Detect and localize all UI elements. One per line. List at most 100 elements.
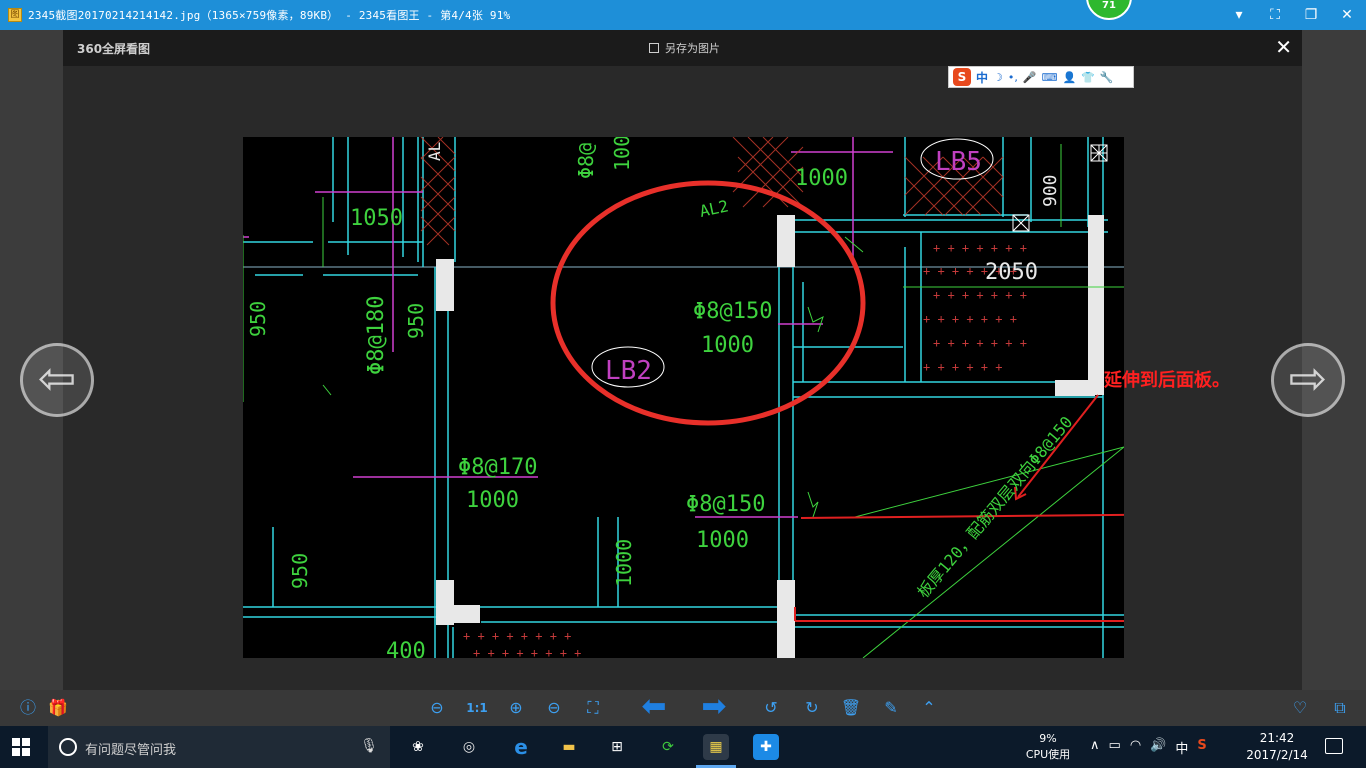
screen: 图 2345截图20170214214142.jpg（1365×759像素，89…	[0, 0, 1366, 768]
dim-400: 400	[386, 639, 426, 658]
edit-icon[interactable]: ✎	[879, 696, 903, 720]
restore-icon[interactable]: ❐	[1304, 7, 1318, 23]
taskbar-app-browser-icon[interactable]: ◎	[456, 734, 482, 760]
cad-drawing-image: + + + + + + + + + + + + + + + + + + + + …	[243, 137, 1124, 658]
start-button[interactable]	[12, 738, 30, 756]
previous-image-button[interactable]: ⇦	[20, 343, 94, 417]
save-as-label: 另存为图片	[665, 42, 720, 55]
user-icon[interactable]: 👤	[1062, 71, 1076, 84]
dim-1000-c: 1000	[696, 528, 749, 553]
viewer-brand: 360全屏看图	[77, 42, 151, 56]
skin-icon[interactable]: 👕	[1081, 71, 1095, 84]
cortana-icon	[59, 738, 77, 756]
sogou-tray-icon[interactable]: S	[1197, 738, 1206, 757]
save-as-image-button[interactable]: 另存为图片	[649, 40, 720, 56]
more-icon[interactable]: ⌃	[917, 696, 941, 720]
wifi-icon[interactable]: ◠	[1130, 738, 1141, 757]
favorite-icon[interactable]: ♡	[1288, 696, 1312, 720]
fullscreen-icon[interactable]: ⛶	[1268, 7, 1282, 23]
dropdown-icon[interactable]: ▾	[1232, 7, 1246, 23]
fit-window-icon[interactable]: ⊖	[425, 696, 449, 720]
taskbar-app-pinwheel-icon[interactable]: ❀	[405, 734, 431, 760]
slab-note: 板厚120，配筋双层双向Φ8@150	[914, 413, 1077, 602]
viewer-header: 360全屏看图 另存为图片 ✕	[63, 30, 1302, 66]
clock-date: 2017/2/14	[1246, 748, 1308, 762]
system-clock[interactable]: 21:42 2017/2/14	[1245, 730, 1309, 764]
settings-wrench-icon[interactable]: 🔧	[1100, 71, 1114, 84]
punctuation-icon[interactable]: •,	[1008, 71, 1018, 84]
volume-icon[interactable]: 🔊	[1150, 738, 1166, 757]
share-icon[interactable]: ⧉	[1328, 696, 1352, 720]
taskbar-app-store-icon[interactable]: ⊞	[604, 734, 630, 760]
search-placeholder: 有问题尽管问我	[85, 743, 177, 758]
show-hidden-icons-icon[interactable]: ∧	[1090, 738, 1100, 757]
dim-1050: 1050	[350, 206, 403, 231]
battery-icon[interactable]: ▭	[1109, 738, 1121, 757]
svg-text:+ + + + + + +: + + + + + + +	[933, 241, 1027, 255]
clock-time: 21:42	[1259, 731, 1295, 745]
rebar-phi8-150-a: Φ8@150	[693, 299, 772, 324]
dim-1000-rotated-top: 1000	[610, 137, 634, 171]
cpu-label: CPU使用	[1025, 748, 1071, 761]
rotate-left-icon[interactable]: ↺	[759, 696, 783, 720]
svg-text:+ + + + + + +: + + + + + + +	[933, 336, 1027, 350]
taskbar-app-360-icon[interactable]: ⟳	[655, 734, 681, 760]
action-center-icon[interactable]	[1325, 738, 1343, 754]
rebar-phi8-170: Φ8@170	[458, 455, 537, 480]
sogou-logo-icon[interactable]: S	[953, 68, 971, 86]
svg-text:+ + + + + + +: + + + + + + +	[923, 312, 1017, 326]
rebar-phi8-180: Φ8@180	[364, 296, 389, 375]
save-icon	[649, 43, 659, 53]
ime-toolbar: S 中 ☽ •, 🎤 ⌨ 👤 👕 🔧	[948, 66, 1134, 88]
next-arrow-icon[interactable]: ➡	[694, 692, 734, 722]
windows-taskbar: 有问题尽管问我 🎙 ❀ ◎ e ▬ ⊞ ⟳ ▦ ✚ 9% CPU使用 ∧ ▭ ◠…	[0, 726, 1366, 768]
microphone-icon[interactable]: 🎤	[1023, 71, 1037, 84]
taskbar-app-explorer-icon[interactable]: ▬	[556, 734, 582, 760]
taskbar-app-remote-icon[interactable]: ✚	[753, 734, 779, 760]
cpu-percent: 9%	[1039, 732, 1057, 745]
actual-size-button[interactable]: 1:1	[463, 696, 491, 720]
dim-1000-top: 1000	[795, 166, 848, 191]
gift-icon[interactable]: 🎁	[46, 696, 70, 720]
zoom-in-icon[interactable]: ⊕	[504, 696, 528, 720]
cad-drawing: + + + + + + + + + + + + + + + + + + + + …	[243, 137, 1124, 658]
moon-icon[interactable]: ☽	[993, 71, 1003, 84]
keyboard-icon[interactable]: ⌨	[1042, 71, 1058, 84]
rotate-right-icon[interactable]: ↻	[800, 696, 824, 720]
previous-arrow-icon[interactable]: ⬅	[634, 692, 674, 722]
microphone-icon[interactable]: 🎙	[360, 738, 378, 754]
system-tray: ∧ ▭ ◠ 🔊 中 S	[1090, 738, 1207, 757]
cortana-search-box[interactable]: 有问题尽管问我 🎙	[48, 726, 390, 768]
dim-1000-a: 1000	[701, 333, 754, 358]
taskbar-app-2345-viewer-icon[interactable]: ▦	[703, 734, 729, 760]
svg-text:+ + + + + + + +: + + + + + + + +	[473, 646, 581, 658]
dim-1000-vert-bottom: 1000	[612, 539, 636, 587]
taskbar-app-edge-icon[interactable]: e	[508, 734, 534, 760]
cpu-meter[interactable]: 9% CPU使用	[1020, 731, 1076, 763]
fullscreen-icon[interactable]: ⛶	[581, 696, 605, 720]
rebar-phi8-150-b: Φ8@150	[686, 492, 765, 517]
svg-text:+ + + + + + + +: + + + + + + + +	[463, 629, 571, 643]
delete-icon[interactable]: 🗑	[839, 696, 863, 720]
label-lb2: LB2	[605, 356, 652, 386]
dim-2050: 2050	[985, 260, 1038, 285]
dim-900: 900	[1040, 174, 1061, 207]
viewer-toolbar: ⓘ 🎁 ⊖ 1:1 ⊕ ⊖ ⛶ ⬅ ➡ ↺ ↻ 🗑 ✎ ⌃ ♡ ⧉	[0, 690, 1366, 726]
ime-mode[interactable]: 中	[976, 69, 988, 86]
label-al-top: AL	[425, 142, 444, 161]
input-language[interactable]: 中	[1175, 738, 1188, 757]
zoom-out-icon[interactable]: ⊖	[542, 696, 566, 720]
next-image-button[interactable]: ⇨	[1271, 343, 1345, 417]
window-controls: ▾ ⛶ ❐ ✕	[1232, 0, 1354, 30]
dim-950-left: 950	[246, 301, 270, 337]
close-window-icon[interactable]: ✕	[1340, 7, 1354, 23]
info-icon[interactable]: ⓘ	[16, 696, 40, 720]
window-titlebar: 图 2345截图20170214214142.jpg（1365×759像素，89…	[0, 0, 1366, 30]
notification-badge[interactable]: 71	[1086, 0, 1132, 20]
viewer-close-button[interactable]: ✕	[1275, 35, 1292, 59]
rebar-phi8-top: Φ8@	[574, 143, 598, 179]
dim-950-bottom: 950	[288, 553, 312, 589]
window-title: 2345截图20170214214142.jpg（1365×759像素，89KB…	[28, 9, 511, 22]
svg-text:+ + + + + +: + + + + + +	[923, 360, 1002, 374]
app-icon: 图	[8, 8, 22, 22]
